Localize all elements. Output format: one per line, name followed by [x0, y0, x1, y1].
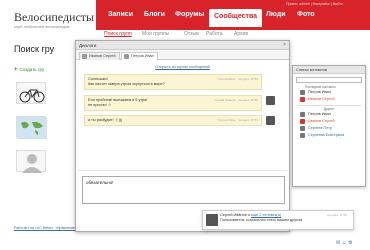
subnav-review[interactable]: Отзыв	[184, 31, 199, 37]
contact-item[interactable]: Иванов Сергей	[293, 118, 365, 125]
person-silhouette-icon	[22, 154, 42, 173]
sub-navbar: Поиск групп Мои группы Отзыв Работа Архи…	[96, 30, 370, 40]
plus-icon: +	[14, 67, 18, 73]
tab-label: Иванов Сергей	[89, 54, 116, 58]
subnav-jobs[interactable]: Работа	[206, 31, 223, 37]
avatar	[300, 97, 305, 102]
contact-item[interactable]: Петров Иван	[293, 89, 365, 96]
dialog-window: Диалоги × Иванов Сергей Петров Иван Откр…	[75, 40, 290, 232]
notification-text: Сергей Иванов и	[220, 213, 251, 217]
contact-name: Иванов Сергей	[308, 119, 335, 123]
avatar	[266, 96, 275, 105]
contacts-panel: Список контактов Последние контакты Петр…	[292, 65, 366, 187]
avatar	[300, 119, 305, 124]
avatar	[300, 133, 305, 138]
main-navbar: Привет, admin! | Настройки | Выйти Запис…	[96, 0, 370, 30]
contact-name: Петров Иван	[308, 90, 331, 94]
contact-name: Иванов Сергей	[308, 97, 335, 101]
subnav-search-groups[interactable]: Поиск групп	[104, 31, 132, 37]
nav-item-posts[interactable]: Записи	[108, 11, 133, 18]
avatar	[206, 214, 218, 226]
message-meta: Петров Иван · сегодня, 16:57	[217, 118, 258, 122]
divider	[78, 170, 287, 171]
message-line: не проспи! ☺	[88, 103, 112, 107]
open-history-link[interactable]: Открыть историю сообщений	[76, 64, 289, 69]
nav-item-forums[interactable]: Форумы	[175, 11, 204, 18]
contacts-search-input[interactable]	[296, 77, 362, 83]
group-thumbnail-avatar[interactable]	[16, 150, 46, 173]
nav-item-blogs[interactable]: Блоги	[144, 11, 165, 18]
nav-item-photo[interactable]: Фото	[297, 11, 315, 18]
bicycle-icon	[19, 89, 45, 103]
world-map-icon	[17, 117, 47, 139]
avatar	[124, 54, 129, 59]
avatar	[266, 116, 275, 125]
contact-name: Сергеев Петр	[308, 126, 333, 130]
avatar	[300, 112, 305, 117]
message-input[interactable]: обязательно!	[82, 176, 285, 204]
contact-item[interactable]: Сергеев Петр	[293, 125, 365, 132]
tab-label: Петров Иван	[131, 54, 154, 58]
message-meta: Сергей Иванов · сегодня, 16:56	[214, 98, 258, 102]
notification-link[interactable]: еще 2 человек(а)	[251, 213, 281, 217]
user-top-links[interactable]: Привет, admin! | Настройки | Выйти	[286, 2, 343, 6]
status-tray-icons[interactable]: ✉ ☺ ⚙	[336, 240, 353, 246]
tab-ivanov-sergey[interactable]: Иванов Сергей	[79, 52, 120, 60]
message-item: Петров Иван · сегодня, 16:55 Солнышко! К…	[84, 74, 262, 90]
message-meta: Петров Иван · сегодня, 16:55	[217, 77, 258, 81]
notification-message: Пользователь согласился стать вашим друг…	[220, 218, 303, 222]
contact-name: Петров Иван	[308, 112, 331, 116]
avatar	[300, 126, 305, 131]
dialog-tabs: Иванов Сергей Петров Иван	[76, 50, 289, 60]
subnav-archive[interactable]: Архив	[234, 31, 248, 37]
create-group-button[interactable]: + Создать гру	[14, 67, 44, 73]
nav-item-people[interactable]: Люди	[266, 11, 286, 18]
dialog-title: Диалоги	[79, 43, 97, 48]
message-item: Петров Иван · сегодня, 16:57 а ты разбуд…	[84, 115, 262, 126]
avatar	[300, 90, 305, 95]
group-thumbnail-map[interactable]	[16, 116, 47, 139]
subnav-my-groups[interactable]: Мои группы	[142, 31, 169, 37]
contacts-title[interactable]: Список контактов	[293, 66, 365, 74]
friend-notification[interactable]: сегодня, 17:56 Сергей Иванов и еще 2 чел…	[202, 210, 354, 230]
contact-name: Сергеева Екатерина	[308, 133, 345, 137]
notification-time: сегодня, 17:56	[326, 213, 347, 217]
tab-petrov-ivan[interactable]: Петров Иван	[121, 52, 158, 60]
group-thumbnail-bicycle[interactable]	[16, 82, 46, 104]
close-icon[interactable]: ×	[283, 42, 286, 48]
message-line: Как насчет завтра утром окунуться в море…	[88, 82, 165, 86]
contact-item[interactable]: Иванов Сергей	[293, 96, 365, 103]
site-title[interactable]: Велосипедисты	[14, 10, 94, 25]
contact-item[interactable]: Сергеева Екатерина	[293, 132, 365, 139]
contact-item[interactable]: Петров Иван	[293, 111, 365, 118]
message-item: Сергей Иванов · сегодня, 16:56 Ело пробл…	[84, 95, 262, 111]
dialog-titlebar[interactable]: Диалоги ×	[76, 41, 289, 50]
avatar	[82, 54, 87, 59]
create-group-label: Создать гру	[19, 67, 45, 72]
site-subtitle: клуб любителей велосипедов	[14, 24, 70, 29]
nav-item-communities[interactable]: Сообщества	[209, 9, 263, 27]
page-title: Поиск гру	[14, 44, 55, 54]
